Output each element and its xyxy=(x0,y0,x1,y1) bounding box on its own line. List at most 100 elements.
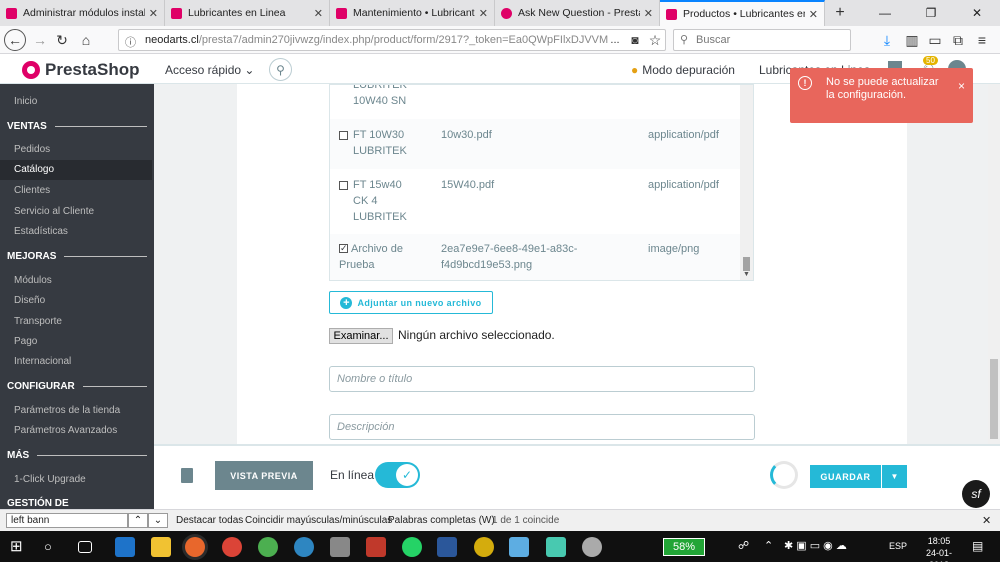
back-icon[interactable]: ← xyxy=(4,29,26,51)
app-gray-icon[interactable] xyxy=(330,537,350,557)
app-teal-icon[interactable] xyxy=(546,537,566,557)
url-bar[interactable]: ⓘ neodarts.cl/presta7/admin270jivwzg/ind… xyxy=(118,29,666,51)
minimize-icon[interactable]: — xyxy=(862,0,908,26)
find-next-icon[interactable]: ⌄ xyxy=(148,513,168,528)
windows-start-icon[interactable]: ⊞ xyxy=(10,537,30,557)
sidebar-item-inicio[interactable]: Inicio xyxy=(14,96,37,107)
whole-words-toggle[interactable]: Palabras completas (W) xyxy=(388,515,495,526)
sidebar-item-catalogo[interactable]: Catálogo xyxy=(0,160,152,180)
find-input[interactable]: left bann xyxy=(6,513,128,528)
close-window-icon[interactable]: ✕ xyxy=(954,0,1000,26)
tray-icons[interactable]: ✱ ▣ ▭ ◉ ☁ xyxy=(784,539,847,552)
home-icon[interactable]: ⌂ xyxy=(76,30,96,50)
clock[interactable]: 18:05 24-01-2018 xyxy=(917,535,961,571)
app-blue-icon[interactable] xyxy=(294,537,314,557)
scroll-down-icon[interactable]: ▼ xyxy=(743,271,750,278)
close-tab-icon[interactable]: ✕ xyxy=(314,7,323,20)
browser-tab[interactable]: Ask New Question - PrestaShop ✕ xyxy=(495,0,660,26)
library-icon[interactable]: ▥ xyxy=(902,30,922,50)
people-icon[interactable]: ☍ xyxy=(738,539,749,552)
attachment-name-field[interactable]: Nombre o título xyxy=(329,366,755,392)
symfony-profiler-icon[interactable]: sf xyxy=(962,480,990,508)
chrome-icon[interactable] xyxy=(222,537,242,557)
download-icon[interactable]: ⤓ xyxy=(877,30,897,50)
word-icon[interactable] xyxy=(437,537,457,557)
sidebar-item-pedidos[interactable]: Pedidos xyxy=(14,144,50,155)
header-search-icon[interactable]: ⚲ xyxy=(269,58,292,81)
sidebar-item-parametros-tienda[interactable]: Parámetros de la tienda xyxy=(14,405,120,416)
file-explorer-icon[interactable] xyxy=(151,537,171,557)
search-input[interactable]: ⚲ Buscar xyxy=(673,29,851,51)
save-button[interactable]: GUARDAR xyxy=(810,465,881,488)
app-green-icon[interactable] xyxy=(258,537,278,557)
app-yellow-icon[interactable] xyxy=(474,537,494,557)
pocket-icon[interactable]: ◙ xyxy=(625,30,645,50)
app-round-icon[interactable] xyxy=(582,537,602,557)
table-row[interactable]: FT 10W30 LUBRITEK 10w30.pdf application/… xyxy=(330,119,741,169)
maximize-icon[interactable]: ❐ xyxy=(908,0,954,26)
close-tab-icon[interactable]: ✕ xyxy=(149,7,158,20)
task-view-icon[interactable] xyxy=(78,541,92,553)
screenshot-icon[interactable]: ⧉ xyxy=(948,30,968,50)
quick-access-dropdown[interactable]: Acceso rápido ⌄ xyxy=(165,63,254,77)
save-dropdown-chevron-icon[interactable]: ▼ xyxy=(882,465,907,488)
page-actions-icon[interactable]: ... xyxy=(605,30,625,50)
info-icon[interactable]: ⓘ xyxy=(125,34,136,50)
debug-mode-indicator[interactable]: ● Modo depuración xyxy=(631,63,735,77)
sidebar-item-diseno[interactable]: Diseño xyxy=(14,295,45,306)
sidebar-item-estadisticas[interactable]: Estadísticas xyxy=(14,226,68,237)
sidebar-item-servicio-cliente[interactable]: Servicio al Cliente xyxy=(14,206,94,217)
browser-tab-active[interactable]: Productos • Lubricantes en Lín ✕ xyxy=(660,0,825,26)
browser-tab[interactable]: Lubricantes en Linea ✕ xyxy=(165,0,330,26)
table-scrollbar[interactable]: ▼ xyxy=(740,85,753,280)
online-toggle[interactable]: ✓ xyxy=(375,462,420,488)
reload-icon[interactable]: ↻ xyxy=(52,30,72,50)
show-hidden-icons-icon[interactable]: ⌃ xyxy=(764,539,773,552)
firefox-icon[interactable] xyxy=(185,537,205,557)
forward-icon[interactable]: → xyxy=(30,30,50,50)
toast-close-icon[interactable]: × xyxy=(958,79,965,93)
sidebar-toggle-icon[interactable]: ▭ xyxy=(925,30,945,50)
highlight-all-toggle[interactable]: Destacar todas xyxy=(176,515,243,526)
sidebar-item-clientes[interactable]: Clientes xyxy=(14,185,50,196)
browser-tab[interactable]: Administrar módulos instalado ✕ xyxy=(0,0,165,26)
prestashop-logo[interactable]: PrestaShop xyxy=(22,60,139,80)
sidebar-item-internacional[interactable]: Internacional xyxy=(14,356,71,367)
attachment-description-field[interactable]: Descripción xyxy=(329,414,755,440)
close-tab-icon[interactable]: ✕ xyxy=(809,8,818,21)
page-scrollbar-thumb[interactable] xyxy=(990,359,998,439)
cortana-search-icon[interactable]: ○ xyxy=(44,537,64,557)
battery-indicator[interactable]: 58% xyxy=(663,538,705,556)
close-find-icon[interactable]: ✕ xyxy=(982,514,991,527)
browser-tab[interactable]: Mantenimiento • Lubricantes e ✕ xyxy=(330,0,495,26)
close-tab-icon[interactable]: ✕ xyxy=(479,7,488,20)
add-attachment-button[interactable]: + Adjuntar un nuevo archivo xyxy=(329,291,493,314)
app-box-icon[interactable] xyxy=(509,537,529,557)
sidebar-item-pago[interactable]: Pago xyxy=(14,336,37,347)
table-row[interactable]: LUBRITEK 10W40 SN xyxy=(330,85,741,119)
sidebar-item-1click-upgrade[interactable]: 1-Click Upgrade xyxy=(14,474,86,485)
sidebar-item-parametros-avanzados[interactable]: Parámetros Avanzados xyxy=(14,425,117,436)
edge-icon[interactable] xyxy=(115,537,135,557)
close-tab-icon[interactable]: ✕ xyxy=(644,7,653,20)
filezilla-icon[interactable] xyxy=(366,537,386,557)
sidebar-item-modulos[interactable]: Módulos xyxy=(14,275,52,286)
find-previous-icon[interactable]: ⌃ xyxy=(128,513,148,528)
menu-icon[interactable]: ≡ xyxy=(972,30,992,50)
action-center-icon[interactable]: ▤ xyxy=(972,539,983,553)
attachment-checkbox[interactable] xyxy=(339,131,348,140)
language-indicator[interactable]: ESP xyxy=(889,541,907,551)
new-tab-icon[interactable]: + xyxy=(825,0,855,26)
attachment-checkbox[interactable] xyxy=(339,181,348,190)
preview-button[interactable]: VISTA PREVIA xyxy=(215,461,313,490)
table-row[interactable]: ✓ Archivo de Prueba 2ea7e9e7-6ee8-49e1-a… xyxy=(330,234,741,280)
page-scrollbar[interactable] xyxy=(988,84,1000,444)
browse-button[interactable]: Examinar... xyxy=(329,328,393,344)
match-case-toggle[interactable]: Coincidir mayúsculas/minúsculas xyxy=(245,515,392,526)
sidebar-item-transporte[interactable]: Transporte xyxy=(14,316,62,327)
table-row[interactable]: FT 15w40 CK 4 LUBRITEK 15W40.pdf applica… xyxy=(330,169,741,234)
bookmark-star-icon[interactable]: ☆ xyxy=(645,30,665,50)
scrollbar-thumb[interactable] xyxy=(743,257,750,271)
trash-icon[interactable] xyxy=(181,468,193,483)
whatsapp-icon[interactable] xyxy=(402,537,422,557)
